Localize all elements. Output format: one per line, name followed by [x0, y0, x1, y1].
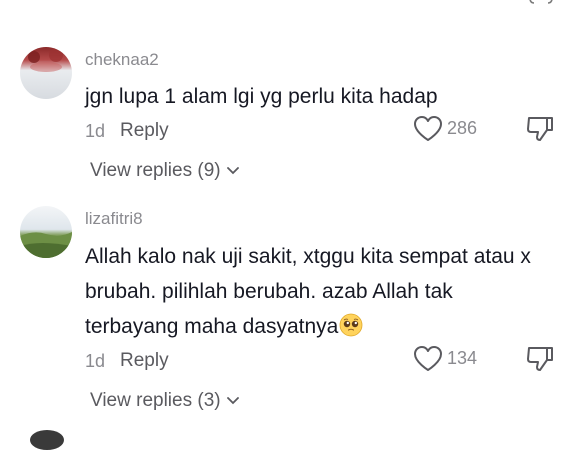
- thumbs-down-icon: [527, 347, 553, 371]
- view-replies-label: View replies (3): [90, 390, 221, 411]
- next-comment-avatar[interactable]: [30, 430, 64, 450]
- like-button[interactable]: 134: [413, 345, 477, 372]
- username[interactable]: lizafitri8: [85, 209, 143, 229]
- comment-item: lizafitri8 Allah kalo nak uji sakit, xtg…: [0, 0, 576, 438]
- like-count: 134: [447, 348, 478, 368]
- avatar[interactable]: [20, 206, 72, 258]
- comment-text-content: Allah kalo nak uji sakit, xtggu kita sem…: [85, 245, 531, 338]
- reply-button[interactable]: Reply: [120, 350, 169, 372]
- dislike-button[interactable]: [526, 346, 554, 377]
- chevron-down-icon: [226, 397, 239, 405]
- heart-icon: [414, 346, 442, 371]
- comment-time: 1d: [85, 351, 106, 371]
- comment-text: Allah kalo nak uji sakit, xtggu kita sem…: [85, 239, 545, 344]
- view-replies-button[interactable]: View replies (3): [90, 390, 239, 412]
- pleading-face-icon: [339, 313, 363, 337]
